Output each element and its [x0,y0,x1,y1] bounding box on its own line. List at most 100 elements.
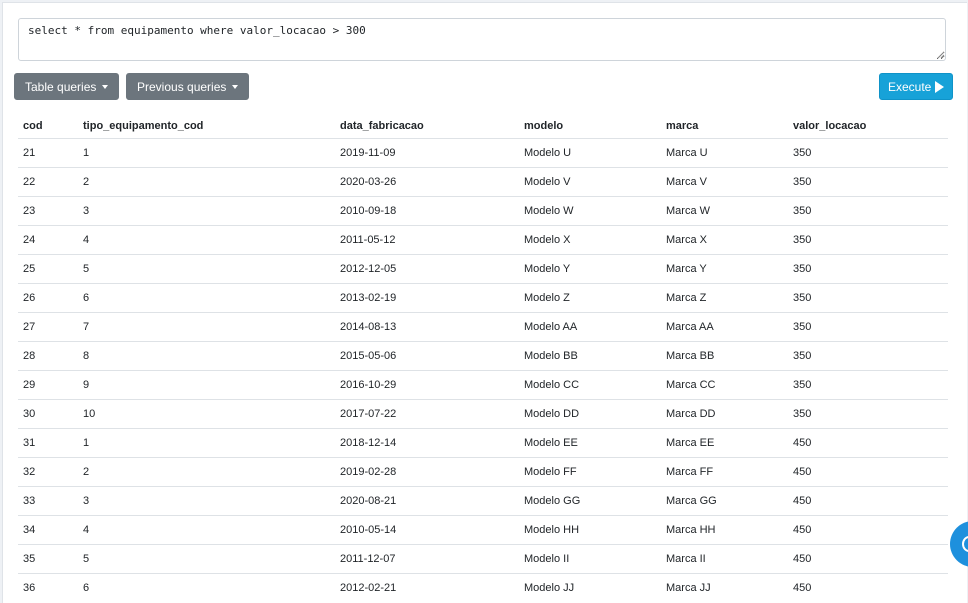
table-cell: 2012-02-21 [335,573,519,602]
table-row: 23 3 2010-09-18 Modelo W Marca W 350 [18,196,948,226]
table-cell: 4 [78,515,335,545]
table-cell: Modelo JJ [519,573,661,602]
table-cell: Modelo II [519,544,661,574]
table-row: 26 6 2013-02-19 Modelo Z Marca Z 350 [18,283,948,313]
table-row: 32 2 2019-02-28 Modelo FF Marca FF 450 [18,457,948,487]
table-cell: 2 [78,457,335,487]
table-cell: 3 [78,486,335,516]
table-cell: Marca V [661,167,788,197]
query-input[interactable]: select * from equipamento where valor_lo… [18,18,946,61]
table-row: 31 1 2018-12-14 Modelo EE Marca EE 450 [18,428,948,458]
table-cell: Modelo X [519,225,661,255]
table-cell: 350 [788,254,948,284]
table-cell: 34 [18,515,78,545]
column-header[interactable]: tipo_equipamento_cod [78,113,335,139]
table-row: 34 4 2010-05-14 Modelo HH Marca HH 450 [18,515,948,545]
table-row: 28 8 2015-05-06 Modelo BB Marca BB 350 [18,341,948,371]
table-cell: 21 [18,138,78,168]
table-cell: Marca AA [661,312,788,342]
table-row: 27 7 2014-08-13 Modelo AA Marca AA 350 [18,312,948,342]
table-cell: Marca FF [661,457,788,487]
table-cell: 2012-12-05 [335,254,519,284]
table-cell: 2 [78,167,335,197]
table-cell: 450 [788,573,948,602]
table-cell: 10 [78,399,335,429]
table-cell: 350 [788,138,948,168]
table-row: 33 3 2020-08-21 Modelo GG Marca GG 450 [18,486,948,516]
table-cell: 2019-02-28 [335,457,519,487]
table-cell: 2015-05-06 [335,341,519,371]
table-cell: Marca W [661,196,788,226]
table-cell: Modelo GG [519,486,661,516]
table-cell: 450 [788,428,948,458]
table-cell: 350 [788,312,948,342]
table-cell: 350 [788,225,948,255]
table-cell: 3 [78,196,335,226]
table-cell: Modelo AA [519,312,661,342]
table-cell: 6 [78,283,335,313]
caret-down-icon [232,85,239,89]
table-cell: 2010-09-18 [335,196,519,226]
table-cell: 22 [18,167,78,197]
results-table: cod tipo_equipamento_cod data_fabricacao mo… [18,113,948,602]
table-cell: 350 [788,167,948,197]
table-cell: 450 [788,457,948,487]
chat-icon [962,536,968,552]
table-row: 30 10 2017-07-22 Modelo DD Marca DD 350 [18,399,948,429]
table-cell: 35 [18,544,78,574]
table-cell: 2010-05-14 [335,515,519,545]
table-cell: 8 [78,341,335,371]
table-cell: 26 [18,283,78,313]
execute-button[interactable]: Execute [879,73,954,100]
table-row: 24 4 2011-05-12 Modelo X Marca X 350 [18,225,948,255]
table-cell: 350 [788,370,948,400]
table-cell: Modelo W [519,196,661,226]
table-cell: 2016-10-29 [335,370,519,400]
column-header[interactable]: data_fabricacao [335,113,519,139]
table-cell: Modelo EE [519,428,661,458]
table-cell: 36 [18,573,78,602]
table-cell: 9 [78,370,335,400]
table-cell: 27 [18,312,78,342]
table-cell: Marca Z [661,283,788,313]
table-queries-button[interactable]: Table queries [14,73,120,100]
table-row: 29 9 2016-10-29 Modelo CC Marca CC 350 [18,370,948,400]
previous-queries-button[interactable]: Previous queries [126,73,250,100]
table-cell: 2018-12-14 [335,428,519,458]
table-header-row: cod tipo_equipamento_cod data_fabricacao mo… [18,113,948,139]
column-header[interactable]: modelo [519,113,661,139]
table-cell: 5 [78,254,335,284]
table-row: 22 2 2020-03-26 Modelo V Marca V 350 [18,167,948,197]
table-cell: 1 [78,138,335,168]
table-cell: 5 [78,544,335,574]
table-cell: Modelo Z [519,283,661,313]
table-cell: Modelo U [519,138,661,168]
table-cell: 28 [18,341,78,371]
table-cell: 350 [788,283,948,313]
table-cell: 6 [78,573,335,602]
table-cell: Modelo FF [519,457,661,487]
table-cell: 2011-05-12 [335,225,519,255]
table-cell: 2020-03-26 [335,167,519,197]
table-cell: Marca JJ [661,573,788,602]
table-cell: 24 [18,225,78,255]
table-cell: Modelo Y [519,254,661,284]
table-row: 25 5 2012-12-05 Modelo Y Marca Y 350 [18,254,948,284]
table-cell: Modelo CC [519,370,661,400]
table-cell: Marca Y [661,254,788,284]
table-cell: 2020-08-21 [335,486,519,516]
table-cell: Modelo BB [519,341,661,371]
column-header[interactable]: valor_locacao [788,113,948,139]
resize-handle-icon[interactable] [936,50,945,59]
table-cell: 2017-07-22 [335,399,519,429]
table-cell: 25 [18,254,78,284]
table-body: 21 1 2019-11-09 Modelo U Marca U 350 22 2 2020-0… [18,138,948,602]
table-cell: 4 [78,225,335,255]
column-header[interactable]: cod [18,113,78,139]
table-cell: Modelo HH [519,515,661,545]
table-cell: 7 [78,312,335,342]
table-cell: Marca U [661,138,788,168]
column-header[interactable]: marca [661,113,788,139]
table-cell: Marca BB [661,341,788,371]
table-cell: 2019-11-09 [335,138,519,168]
